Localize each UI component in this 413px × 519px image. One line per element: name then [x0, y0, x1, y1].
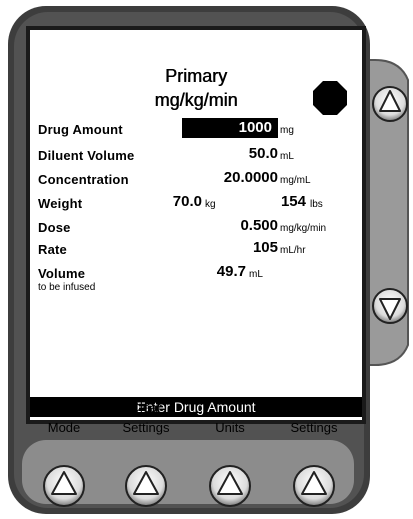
stop-octagon-icon	[313, 81, 347, 115]
softkey-label-change-mode: Change Mode	[24, 398, 104, 438]
diluent-volume-value: 50.0	[248, 145, 278, 162]
softkey-label-line1: Change	[41, 400, 87, 415]
concentration-unit: mg/mL	[280, 175, 311, 186]
volume-sublabel: to be infused	[38, 282, 96, 293]
rate-label: Rate	[38, 242, 67, 257]
softkey-label-confirm-settings: Confirm Settings	[274, 398, 354, 438]
volume-label: Volume	[38, 266, 86, 281]
volume-unit: mL	[249, 269, 263, 280]
softkey-label-line1: Clear	[130, 400, 162, 415]
softkey-label-line2: Mode	[47, 420, 81, 435]
softkey-clear-settings-button[interactable]	[124, 464, 168, 508]
softkey-label-units: Units	[190, 398, 270, 438]
drug-amount-field[interactable]: 1000	[182, 118, 278, 138]
concentration-label: Concentration	[38, 172, 129, 187]
volume-value: 49.7	[216, 263, 246, 280]
dose-unit: mg/kg/min	[280, 223, 327, 234]
softkey-label-line1: Confirm	[291, 400, 337, 415]
weight-lbs-value: 154	[280, 193, 306, 210]
dose-value: 0.500	[240, 217, 278, 234]
rate-value: 105	[252, 239, 278, 256]
weight-label: Weight	[38, 196, 83, 211]
softkey-label-line2: Settings	[122, 420, 170, 435]
drug-amount-unit: mg	[280, 125, 294, 136]
softkey-change-mode-button[interactable]	[42, 464, 86, 508]
softkey-label-line1	[190, 398, 270, 418]
weight-kg-unit: kg	[205, 199, 216, 210]
diluent-volume-label: Diluent Volume	[38, 148, 135, 163]
pump-display-screen: Primary mg/kg/min Drug Amount 1000 mg Di…	[30, 30, 362, 420]
concentration-value: 20.0000	[223, 169, 278, 186]
softkey-label-line2: Units	[215, 420, 245, 435]
softkey-label-line2: Settings	[290, 420, 338, 435]
drug-amount-label: Drug Amount	[38, 122, 123, 137]
weight-kg-value: 70.0	[172, 193, 202, 210]
rate-unit: mL/hr	[280, 245, 306, 256]
softkey-units-button[interactable]	[208, 464, 252, 508]
scroll-down-button[interactable]	[370, 284, 408, 328]
softkey-confirm-settings-button[interactable]	[292, 464, 336, 508]
diluent-volume-unit: mL	[280, 151, 294, 162]
weight-lbs-unit: lbs	[310, 199, 323, 210]
scroll-up-button[interactable]	[370, 82, 408, 126]
softkey-label-clear-settings: Clear Settings	[106, 398, 186, 438]
dose-label: Dose	[38, 220, 71, 235]
infusion-pump-device: Primary mg/kg/min Drug Amount 1000 mg Di…	[0, 0, 413, 519]
